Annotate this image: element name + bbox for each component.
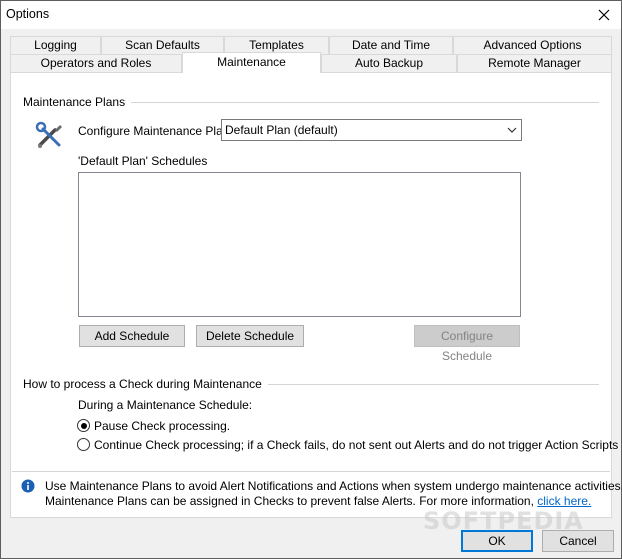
title-bar: Options <box>1 1 621 29</box>
configure-plan-label: Configure Maintenance Plan: <box>78 124 233 138</box>
schedules-list[interactable] <box>78 172 521 317</box>
tools-icon <box>35 121 65 154</box>
tab-operators-and-roles[interactable]: Operators and Roles <box>10 54 182 72</box>
click-here-link[interactable]: click here. <box>537 494 591 508</box>
schedules-label: 'Default Plan' Schedules <box>78 154 208 168</box>
chevron-down-icon <box>507 127 517 133</box>
configure-schedule-button[interactable]: Configure Schedule <box>414 325 520 363</box>
tab-remote-manager[interactable]: Remote Manager <box>457 54 612 72</box>
info-text-line1: Use Maintenance Plans to avoid Alert Not… <box>45 479 622 493</box>
tab-auto-backup[interactable]: Auto Backup <box>321 54 457 72</box>
continue-check-label[interactable]: Continue Check processing; if a Check fa… <box>94 438 618 452</box>
close-icon <box>598 9 610 21</box>
tab-advanced-options[interactable]: Advanced Options <box>453 36 612 54</box>
process-check-group-label: How to process a Check during Maintenanc… <box>23 377 268 391</box>
tab-logging[interactable]: Logging <box>10 36 101 54</box>
during-schedule-label: During a Maintenance Schedule: <box>78 398 253 412</box>
selected-plan-text: Default Plan (default) <box>225 123 338 137</box>
maintenance-plans-group-label: Maintenance Plans <box>23 95 132 109</box>
ok-button[interactable]: OK <box>461 530 533 552</box>
continue-check-radio[interactable] <box>77 438 90 451</box>
delete-schedule-button[interactable]: Delete Schedule <box>196 325 304 347</box>
info-text-line2-body: Maintenance Plans can be assigned in Che… <box>45 494 534 508</box>
info-text-line2: Maintenance Plans can be assigned in Che… <box>45 494 591 508</box>
add-schedule-button[interactable]: Add Schedule <box>79 325 185 347</box>
cancel-button[interactable]: Cancel <box>542 530 614 552</box>
maintenance-plan-select[interactable]: Default Plan (default) <box>221 119 522 141</box>
info-divider <box>12 471 610 472</box>
tab-maintenance[interactable]: Maintenance <box>182 52 321 73</box>
info-icon <box>21 479 35 496</box>
window-title: Options <box>6 7 50 21</box>
close-button[interactable] <box>587 1 621 29</box>
options-dialog: Options Logging Scan Defaults Templates … <box>0 0 622 559</box>
tab-date-and-time[interactable]: Date and Time <box>329 36 453 54</box>
pause-check-radio[interactable] <box>77 419 90 432</box>
pause-check-label[interactable]: Pause Check processing. <box>94 419 230 433</box>
